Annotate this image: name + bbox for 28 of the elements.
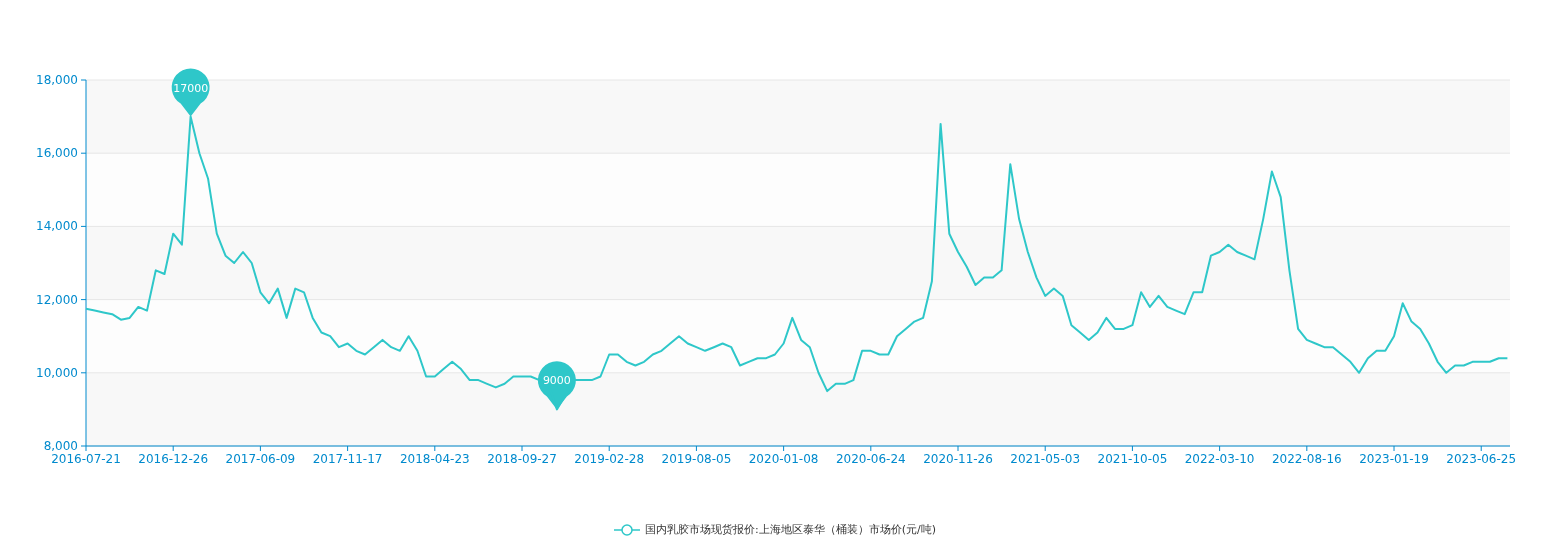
y-tick-label: 14,000 — [36, 219, 78, 234]
x-tick-label: 2019-02-28 — [574, 452, 645, 466]
x-tick-label: 2019-08-05 — [661, 452, 732, 466]
x-tick-label: 2022-03-10 — [1184, 452, 1255, 466]
x-tick-label: 2022-08-16 — [1271, 452, 1342, 466]
pin-label: 9000 — [542, 374, 571, 388]
pin-marker — [171, 68, 210, 117]
x-tick-label: 2023-06-25 — [1446, 452, 1517, 466]
y-tick-label: 12,000 — [36, 292, 78, 307]
x-tick-label: 2016-12-26 — [138, 452, 209, 466]
x-tick-label: 2020-01-08 — [748, 452, 819, 466]
legend-label[interactable]: 国内乳胶市场现货报价:上海地区泰华（桶装）市场价(元/吨) — [645, 522, 936, 537]
x-tick-label: 2020-06-24 — [835, 452, 906, 466]
x-tick-label: 2018-04-23 — [399, 452, 470, 466]
x-tick-label: 2023-01-19 — [1359, 452, 1429, 466]
y-tick-label: 10,000 — [36, 365, 78, 380]
x-tick-label: 2021-05-03 — [1010, 452, 1081, 466]
y-tick-label: 18,000 — [36, 73, 78, 87]
legend-line-icon[interactable] — [614, 523, 640, 536]
x-tick-label: 2021-10-05 — [1097, 452, 1168, 466]
pin-label: 17000 — [173, 81, 209, 95]
x-tick-label: 2020-11-26 — [923, 452, 993, 466]
x-tick-label: 2017-06-09 — [225, 452, 296, 466]
x-tick-label: 2016-07-21 — [51, 452, 121, 466]
y-tick-label: 8,000 — [43, 439, 78, 453]
x-tick-label: 2017-11-17 — [312, 452, 383, 466]
y-tick-label: 16,000 — [36, 146, 78, 161]
x-tick-label: 2018-09-27 — [487, 452, 557, 466]
